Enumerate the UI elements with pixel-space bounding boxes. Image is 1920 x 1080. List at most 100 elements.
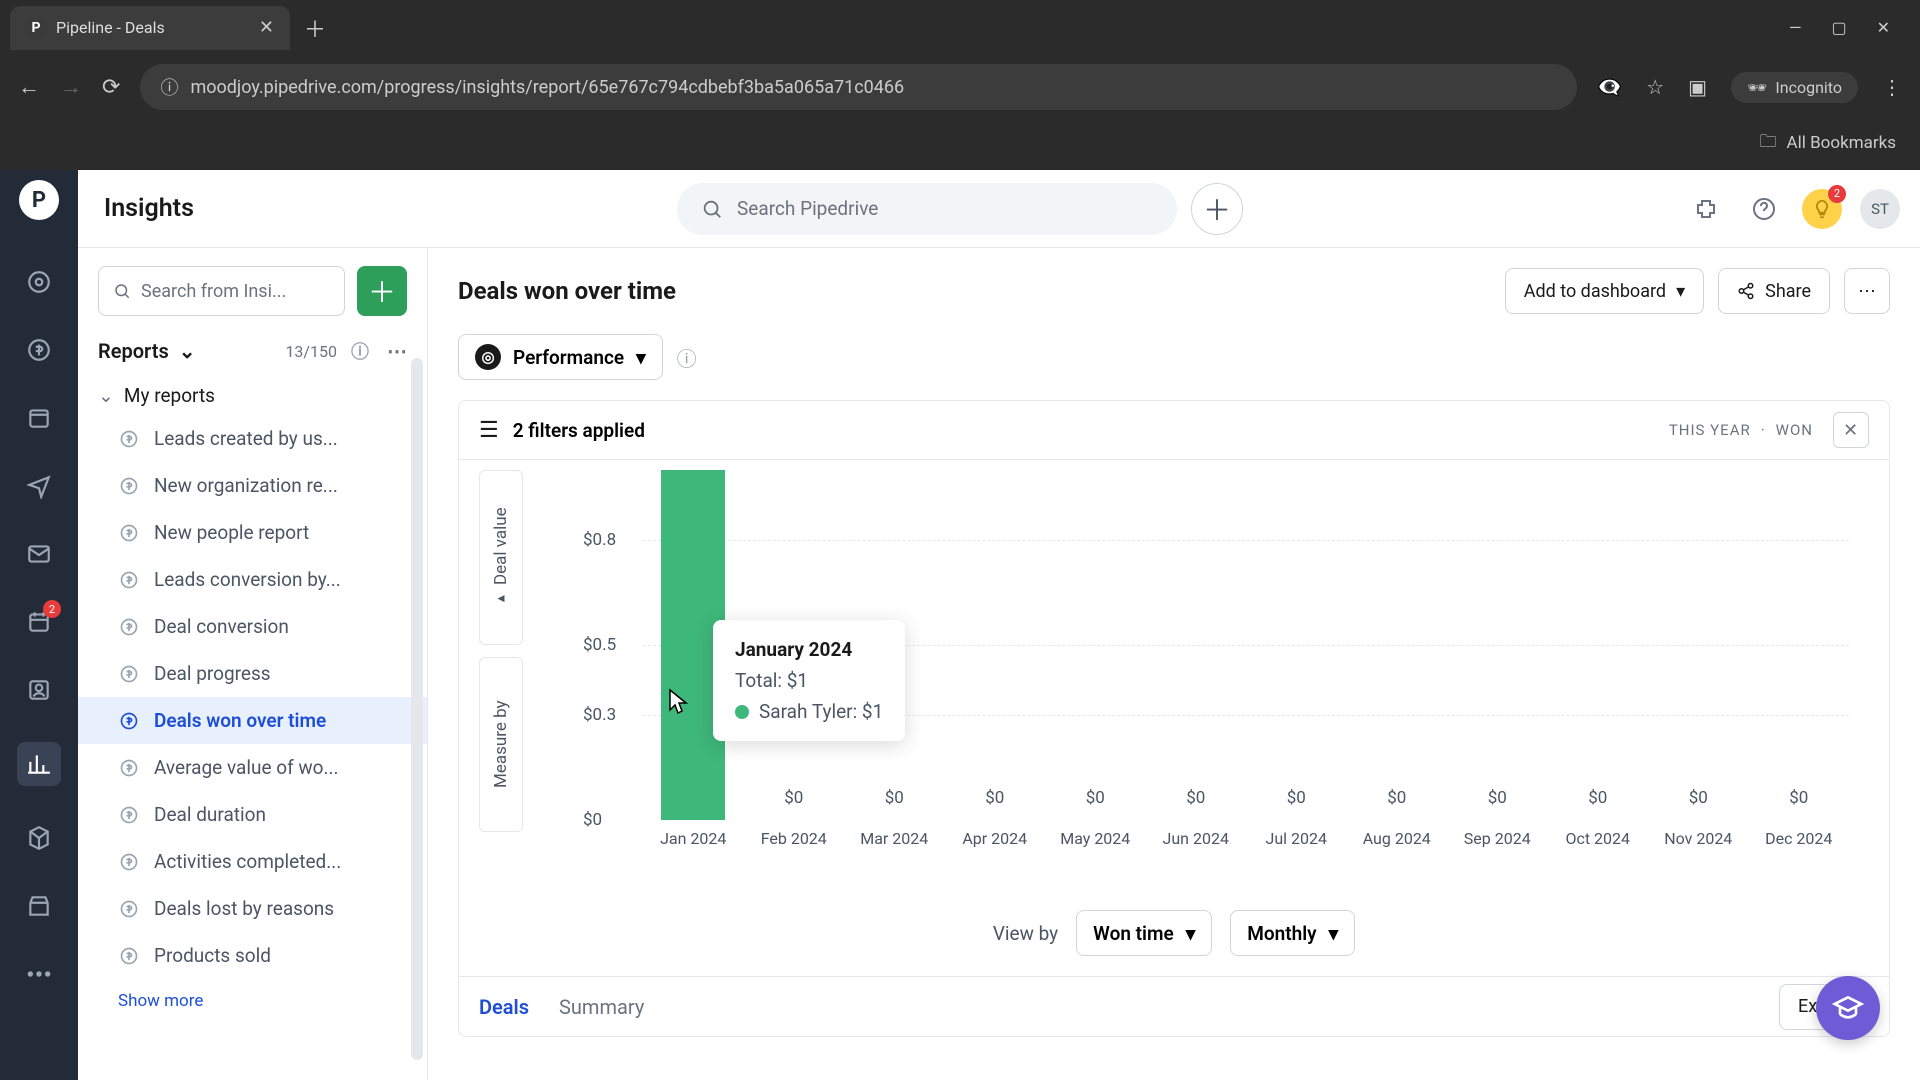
sidebar-search-input[interactable]: Search from Insi... [98,266,345,316]
sidebar-section-header[interactable]: Reports ⌄ 13/150 ⓘ ⋯ [78,316,427,374]
sidebar-item-label: Activities completed... [154,850,341,873]
leads-icon[interactable] [23,266,55,298]
scrollbar[interactable] [411,358,423,1060]
back-icon[interactable]: ← [18,74,40,100]
show-more-link[interactable]: Show more [78,979,427,1023]
bar-column[interactable]: $0Oct 2024 [1548,470,1649,820]
filter-tag-this-year: THIS YEAR [1669,421,1751,439]
browser-tab[interactable]: P Pipeline - Deals ✕ [10,6,290,50]
more-button[interactable]: ⋯ [1844,268,1890,314]
incognito-badge[interactable]: 🕶 Incognito [1731,72,1858,103]
sidebar-group[interactable]: ⌄ My reports [78,374,427,415]
extensions-icon[interactable] [1686,189,1726,229]
deals-icon[interactable] [23,334,55,366]
chevron-down-icon: ▾ [1676,281,1685,302]
bar-column[interactable]: $0Aug 2024 [1347,470,1448,820]
topbar-right: 2 ST [1686,189,1900,229]
share-button[interactable]: Share [1718,268,1830,314]
more-icon[interactable]: ⋯ [387,339,407,363]
sidebar-item[interactable]: Deals won over time [78,697,427,744]
tab-deals[interactable]: Deals [479,995,529,1019]
avatar[interactable]: ST [1860,189,1900,229]
bar-column[interactable]: $0Apr 2024 [945,470,1046,820]
monthly-dropdown[interactable]: Monthly ▾ [1230,910,1355,956]
insights-icon[interactable] [17,742,61,786]
sidebar-item[interactable]: Leads created by us... [78,415,427,462]
bar-column[interactable]: $0Dec 2024 [1749,470,1850,820]
sidebar-item[interactable]: Deal duration [78,791,427,838]
site-info-icon[interactable]: ⓘ [160,74,178,100]
bar-column[interactable]: $0May 2024 [1045,470,1146,820]
minimize-icon[interactable]: — [1789,18,1802,37]
products-icon[interactable] [23,822,55,854]
bar-column[interactable]: $0Nov 2024 [1648,470,1749,820]
help-icon[interactable] [1744,189,1784,229]
close-icon[interactable]: ✕ [259,17,274,38]
sidebar-add-button[interactable]: ＋ [357,266,407,316]
star-icon[interactable]: ☆ [1646,75,1664,99]
sidebar-item[interactable]: New people report [78,509,427,556]
reload-icon[interactable]: ⟳ [102,75,120,100]
filters-applied-label[interactable]: 2 filters applied [513,419,645,442]
bar-column[interactable]: $0Jun 2024 [1146,470,1247,820]
incognito-label: Incognito [1775,78,1842,97]
view-by-label: View by [993,922,1058,945]
clear-filters-button[interactable]: ✕ [1833,412,1869,448]
quick-add-button[interactable]: ＋ [1191,183,1243,235]
sidebar-item-label: Deals lost by reasons [154,897,334,920]
hint-button[interactable]: 2 [1802,189,1842,229]
performance-dropdown[interactable]: ◎ Performance ▾ [458,334,663,380]
maximize-icon[interactable]: ▢ [1831,18,1846,37]
filter-icon[interactable]: ☰ [479,418,499,443]
chart-container: ▸ Deal value Measure by January 2024 [458,460,1890,977]
info-icon[interactable]: ⓘ [677,343,697,372]
expand-icon: ▸ [497,591,504,607]
report-icon [118,757,140,779]
info-icon[interactable]: ⓘ [351,338,369,364]
url-input[interactable]: ⓘ moodjoy.pipedrive.com/progress/insight… [140,64,1577,110]
bar-column[interactable]: $0Jul 2024 [1246,470,1347,820]
bookmark-bar: 🗀 All Bookmarks [0,119,1920,167]
sidebar-item[interactable]: Products sold [78,932,427,979]
add-to-dashboard-button[interactable]: Add to dashboard ▾ [1505,268,1704,314]
search-icon [701,198,723,220]
sidebar-item-label: Leads created by us... [154,427,338,450]
campaigns-icon[interactable] [23,470,55,502]
contacts-icon[interactable] [23,674,55,706]
bar-column[interactable]: $0Sep 2024 [1447,470,1548,820]
report-icon [118,804,140,826]
sidebar-item[interactable]: Deals lost by reasons [78,885,427,932]
report-icon [118,663,140,685]
sidebar-item-label: Deal conversion [154,615,289,638]
sidebar-item[interactable]: Average value of wo... [78,744,427,791]
tab-summary[interactable]: Summary [559,995,644,1019]
eye-off-icon[interactable]: 👁‍🗨 [1597,75,1622,99]
axis-measure-by[interactable]: Measure by [479,657,523,832]
bar-value-label: $0 [1488,788,1507,808]
app-root: P 2 Insights Search Pipedrive ＋ [0,170,1920,1080]
projects-icon[interactable] [23,402,55,434]
app-logo[interactable]: P [19,180,59,220]
sidebar-item[interactable]: Activities completed... [78,838,427,885]
won-time-dropdown[interactable]: Won time ▾ [1076,910,1212,956]
dropdown-label: Won time [1093,922,1174,945]
new-tab-button[interactable]: ＋ [304,12,326,44]
sidebar-item[interactable]: New organization re... [78,462,427,509]
kebab-icon[interactable]: ⋮ [1882,75,1902,99]
panel-icon[interactable]: ▣ [1688,75,1707,99]
sidebar-item[interactable]: Deal conversion [78,603,427,650]
chevron-down-icon: ⌄ [179,339,196,363]
activities-icon[interactable]: 2 [23,606,55,638]
all-bookmarks-link[interactable]: All Bookmarks [1787,133,1896,153]
dropdown-label: Monthly [1247,922,1316,945]
global-search-input[interactable]: Search Pipedrive [677,183,1177,235]
y-tick: $0.8 [583,530,616,550]
mail-icon[interactable] [23,538,55,570]
academy-fab[interactable] [1816,976,1880,1040]
marketplace-icon[interactable] [23,890,55,922]
sidebar-item[interactable]: Leads conversion by... [78,556,427,603]
more-icon[interactable] [23,958,55,990]
sidebar-item[interactable]: Deal progress [78,650,427,697]
close-window-icon[interactable]: ✕ [1877,18,1890,37]
axis-deal-value[interactable]: ▸ Deal value [479,470,523,645]
